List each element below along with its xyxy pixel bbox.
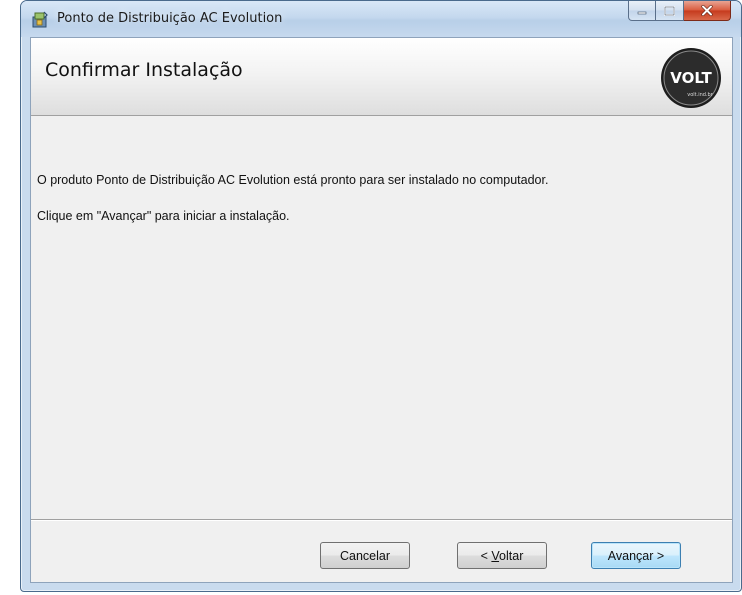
instruction-message: Clique em "Avançar" para iniciar a insta… [37, 209, 290, 223]
cancel-button-label: Cancelar [339, 548, 391, 563]
close-icon [701, 5, 713, 16]
minimize-button[interactable] [628, 1, 656, 21]
svg-text:volt.ind.br: volt.ind.br [687, 92, 713, 98]
next-button[interactable]: Avançar > [591, 542, 681, 569]
next-button-label: Avançar > [607, 548, 665, 563]
installer-window: Ponto de Distribuição AC Evolution Confi… [20, 0, 742, 592]
back-button[interactable]: < Voltar [457, 542, 547, 569]
cancel-button[interactable]: Cancelar [320, 542, 410, 569]
ready-message: O produto Ponto de Distribuição AC Evolu… [37, 173, 549, 187]
volt-logo: VOLT volt.ind.br [661, 48, 721, 108]
maximize-icon [664, 5, 675, 16]
close-button[interactable] [684, 1, 731, 21]
svg-text:VOLT: VOLT [670, 69, 712, 87]
dialog-client-area: Confirmar Instalação VOLT volt.ind.br O … [30, 37, 733, 583]
page-title: Confirmar Instalação [45, 59, 243, 81]
minimize-icon [637, 11, 647, 14]
window-title: Ponto de Distribuição AC Evolution [57, 11, 283, 26]
back-button-label: < Voltar [480, 548, 524, 563]
caption-buttons [628, 1, 731, 23]
footer-divider [31, 519, 732, 521]
maximize-button[interactable] [656, 1, 684, 21]
title-bar[interactable]: Ponto de Distribuição AC Evolution [21, 1, 741, 37]
header-banner: Confirmar Instalação VOLT volt.ind.br [31, 38, 732, 116]
installer-icon [32, 11, 48, 28]
